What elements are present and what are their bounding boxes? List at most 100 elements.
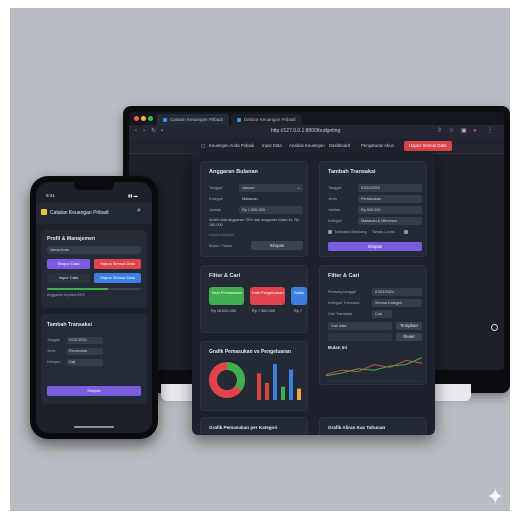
phone-add-transaction-card: Tambah Transaksi Tanggal 01/01/2024 Jeni…: [41, 314, 147, 404]
field-label: Kategori Transaksi: [328, 301, 360, 305]
bar-chart: [257, 363, 301, 400]
phone-category-select[interactable]: Gaji: [67, 359, 103, 366]
profile-card: Profil & Manajemen Nama Anda Ekspor Data…: [41, 230, 147, 308]
category-chart-card: Grafik Pemasukan per Kategori: [200, 417, 308, 435]
apply-filter-button[interactable]: Terapkan: [396, 322, 422, 330]
field-label: Tanggal: [328, 186, 342, 190]
date-input[interactable]: 01/01/2024: [358, 184, 422, 192]
browser-tab-1[interactable]: Catatan Keuangan Pribadi: [157, 114, 229, 125]
field-label: Tanggal: [209, 186, 223, 190]
bar-0: [257, 373, 261, 400]
category-select[interactable]: Makanan & Minuman: [358, 217, 422, 225]
category-filter-select[interactable]: Semua Kategori: [372, 299, 422, 307]
menu-icon[interactable]: ⋮: [487, 128, 493, 135]
app-nav: ▢ Keuangan Anda Pribadi Input Data Anali…: [129, 138, 504, 154]
field-label: Jumlah: [209, 208, 222, 212]
month-label: Bulan Ini: [328, 345, 347, 350]
address-bar: ‹ › ↻ ▪ http://127.0.0.1:8000/budgeting …: [129, 125, 504, 138]
nav-link-2[interactable]: Input Data: [262, 143, 282, 148]
income-stat: Total Pemasukan: [209, 287, 244, 305]
bar-2: [273, 363, 277, 400]
phone-screen: 9:41 ▮▮ ▬ Catatan Keuangan Pribadi ⌕ Pro…: [36, 182, 152, 433]
maximize-window-icon[interactable]: [148, 116, 153, 121]
amount-input[interactable]: Rp 1.500.000: [239, 206, 303, 214]
home-indicator: [74, 426, 114, 428]
nav-link-3[interactable]: Analisis Keuangan: [289, 143, 325, 148]
browser-tab-bar: Catatan Keuangan Pribadi Dasbor Keuangan…: [129, 112, 504, 125]
sparkle-icon: ✦: [486, 484, 505, 509]
tab-label: Dasbor Keuangan Pribadi: [244, 117, 296, 122]
amount-input[interactable]: Rp 500.000: [358, 206, 422, 214]
status-time: 9:41: [46, 193, 55, 198]
expense-stat-label: Total Pengeluaran: [251, 290, 284, 295]
extensions-icon[interactable]: ▣: [461, 128, 467, 135]
share-icon[interactable]: ⇧: [437, 128, 442, 135]
field-label: Jumlah: [328, 208, 341, 212]
star-icon[interactable]: ☆: [449, 128, 454, 135]
search-keyword-input[interactable]: Cari: [372, 310, 392, 318]
reload-icon[interactable]: ↻: [151, 128, 156, 135]
donut-chart: [209, 362, 245, 398]
manage-label: Kelola kategori: [209, 233, 235, 237]
url-field[interactable]: http://127.0.0.1:8000/budgeting: [271, 128, 340, 134]
scene-background: Catatan Keuangan Pribadi Dasbor Keuangan…: [10, 8, 510, 511]
delete-all-button[interactable]: Hapus Semua Data: [94, 259, 141, 269]
date-range-input[interactable]: 01/01/2024: [372, 288, 422, 296]
recurring-label: Transaksi Berulang: [334, 230, 367, 234]
chart-title: Grafik Pemasukan per Kategori: [209, 425, 278, 430]
tab-label: Catatan Keuangan Pribadi: [170, 117, 223, 122]
reset-data-button[interactable]: Hapus Semua Data: [404, 141, 452, 151]
smartphone: 9:41 ▮▮ ▬ Catatan Keuangan Pribadi ⌕ Pro…: [30, 176, 158, 439]
search-input[interactable]: Cari data: [328, 322, 392, 330]
bar-4: [289, 369, 293, 400]
paid-checkbox[interactable]: [404, 230, 408, 234]
recurring-checkbox[interactable]: [328, 230, 332, 234]
category-value[interactable]: Makanan: [239, 195, 303, 203]
name-input[interactable]: Nama Anda: [47, 246, 141, 254]
transaction-save-button[interactable]: Simpan: [328, 242, 422, 251]
field-label: Kategori: [328, 219, 343, 223]
nav-link-1[interactable]: Keuangan Anda Pribadi: [209, 143, 254, 148]
line-chart: [326, 357, 422, 382]
phone-date-input[interactable]: 01/01/2024: [67, 337, 103, 344]
profile-icon[interactable]: ●: [473, 128, 477, 135]
budget-card: Anggaran Bulanan Tanggal Januari ⌄ Kateg…: [200, 161, 308, 257]
month-select[interactable]: Januari: [239, 184, 303, 192]
phone-app-title: Catatan Keuangan Pribadi: [50, 210, 109, 216]
minimize-window-icon[interactable]: [141, 116, 146, 121]
phone-save-button[interactable]: Simpan: [47, 386, 141, 396]
profile-title: Profil & Manajemen: [47, 236, 96, 242]
field-label: Rentang tanggal: [328, 290, 356, 294]
filter-title: Filter & Cari: [328, 273, 360, 279]
income-stat-label: Total Pemasukan: [211, 290, 242, 295]
nav-home-icon[interactable]: ▢: [201, 143, 205, 149]
phone-type-select[interactable]: Pemasukan: [67, 348, 103, 355]
search-icon[interactable]: ⌕: [137, 207, 141, 215]
reset-filter-button[interactable]: Reset: [396, 333, 422, 341]
type-select[interactable]: Pemasukan: [358, 195, 422, 203]
budget-save-button[interactable]: Simpan: [251, 241, 303, 250]
settings-icon[interactable]: [491, 324, 498, 331]
field-label: Kategori: [209, 197, 224, 201]
browser-tab-2[interactable]: Dasbor Keuangan Pribadi: [231, 114, 302, 125]
nav-link-4[interactable]: Dashboard: [329, 143, 350, 148]
filter-empty-field[interactable]: [328, 333, 392, 341]
delete-all-button-2[interactable]: Hapus Semua Data: [94, 273, 141, 283]
budget-title: Anggaran Bulanan: [209, 169, 258, 175]
balance-stat-label: Saldo: [293, 290, 305, 295]
forward-icon[interactable]: ›: [143, 128, 145, 135]
import-button[interactable]: Impor Data: [47, 273, 90, 283]
export-button[interactable]: Ekspor Data: [47, 259, 90, 269]
field-label: Tanggal: [47, 338, 60, 342]
wallet-icon: [41, 209, 47, 215]
close-window-icon[interactable]: [134, 116, 139, 121]
budget-progress-fill: [47, 288, 109, 290]
phone-app-header: Catatan Keuangan Pribadi ⌕: [36, 202, 152, 224]
field-label: Cari Transaksi: [328, 312, 353, 316]
field-label: Jenis: [328, 197, 337, 201]
budget-note: Ambil data anggaran 75% dari anggaran bu…: [209, 218, 300, 227]
balance-value: Rp 7: [294, 309, 303, 313]
back-icon[interactable]: ‹: [135, 128, 137, 135]
nav-link-5[interactable]: Pengaturan Akun: [361, 143, 394, 148]
bar-1: [265, 382, 269, 400]
